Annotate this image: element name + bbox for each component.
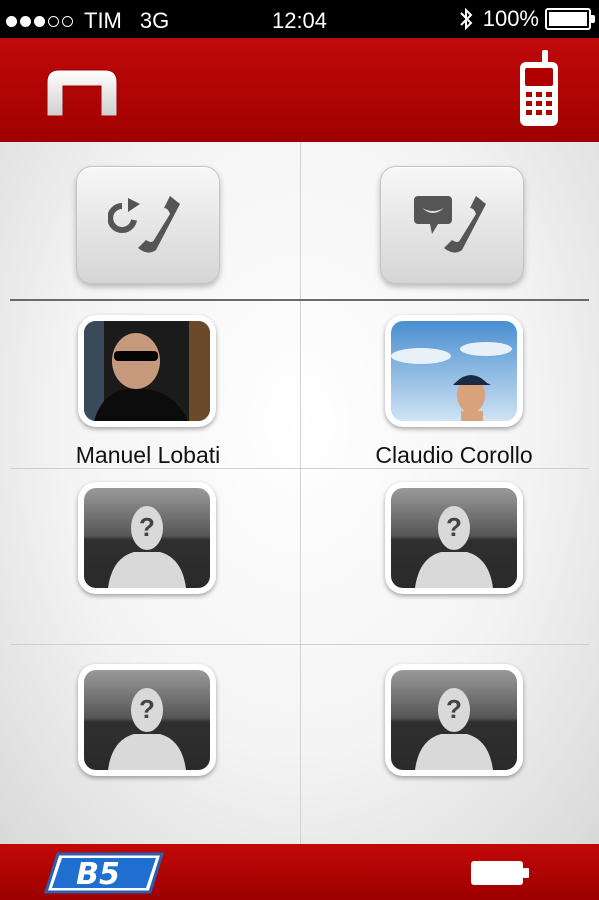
unknown-person-icon: ? [415,688,493,770]
svg-text:?: ? [139,512,155,542]
contact-name: Manuel Lobati [75,442,221,468]
empty-contact-button[interactable]: ? [78,482,216,594]
battery-icon [471,861,529,885]
svg-text:?: ? [139,694,155,724]
contact-photo [391,321,517,421]
row-divider [10,644,589,645]
svg-text:?: ? [446,512,462,542]
call-message-button[interactable] [380,166,524,284]
svg-text:?: ? [446,694,462,724]
battery-percent: 100% [482,6,539,31]
unknown-person-icon: ? [108,688,186,770]
column-divider [300,142,301,844]
contact-photo-button[interactable] [385,315,523,427]
status-battery-icon [545,8,595,30]
app-header [0,38,599,142]
contact-photo-button[interactable] [78,315,216,427]
speed-dial-grid: Manuel Lobati Claudio Corollo ? ? ? ? [0,142,599,844]
status-right: 100% [459,6,595,32]
unknown-person-icon: ? [108,506,186,588]
call-back-icon [108,196,180,253]
brand-text: B5 [76,857,120,892]
empty-contact-button[interactable]: ? [385,482,523,594]
status-bar: TIM 3G 12:04 100% [0,0,599,38]
contact-photo [84,321,210,421]
call-back-button[interactable] [76,166,220,284]
b5-logo-icon: B5 [43,852,164,894]
empty-contact-button[interactable]: ? [78,664,216,776]
row-divider [10,299,589,301]
contact-name: Claudio Corollo [375,442,533,468]
n-logo-icon[interactable] [45,68,119,116]
bluetooth-icon [460,7,473,31]
empty-contact-button[interactable]: ? [385,664,523,776]
unknown-person-icon: ? [415,506,493,588]
mobile-phone-icon[interactable] [518,50,560,128]
call-message-icon [414,196,486,253]
bottom-bar: B5 [0,844,599,900]
